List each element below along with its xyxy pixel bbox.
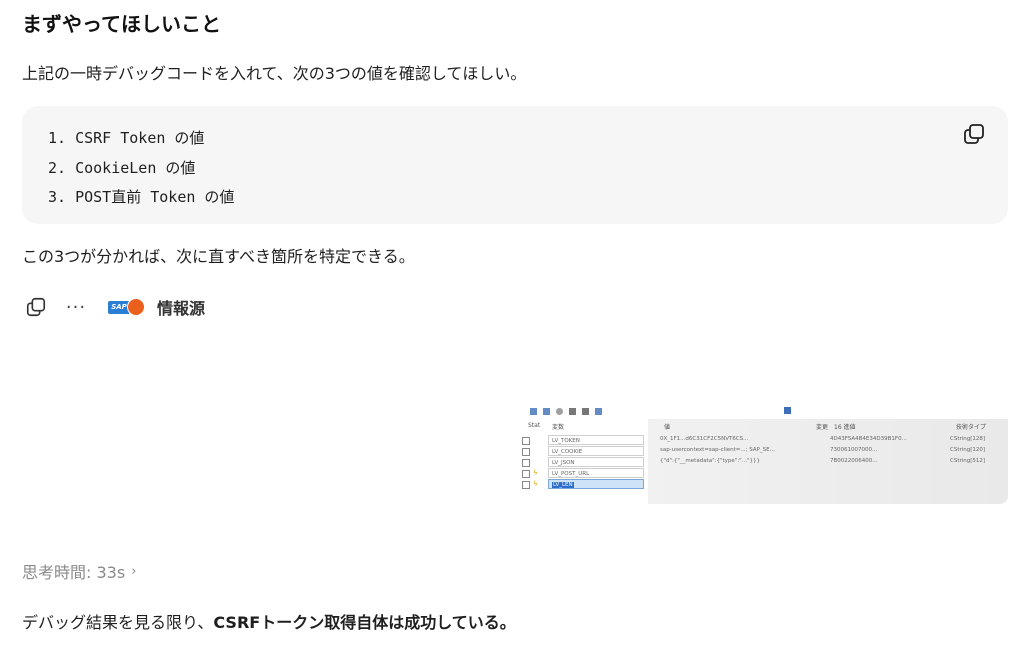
copy-icon <box>964 124 984 144</box>
share-icon <box>582 407 589 415</box>
thumb-var-hex: 730061007000... <box>830 447 878 453</box>
thumb-col-stat: Stat <box>528 422 541 429</box>
copy-code-button[interactable] <box>962 122 986 146</box>
more-icon: ··· <box>65 296 87 318</box>
copy-icon <box>26 297 46 317</box>
result-prefix: デバッグ結果を見る限り、 <box>22 613 214 632</box>
grid-icon <box>530 407 537 415</box>
thumb-var-type: CString[120] <box>950 447 986 453</box>
thumb-col-value: 値 <box>664 424 671 431</box>
code-line: 2. CookieLen の値 <box>48 158 196 177</box>
thumb-col-variable: 変数 <box>552 424 565 431</box>
chat-response: まずやってほしいこと 上記の一時デバッグコードを入れて、次の3つの値を確認してほ… <box>0 0 1024 647</box>
thumb-col-type: 技術タイプ <box>956 424 987 431</box>
thumb-var-name: LV_POST_URL <box>548 468 644 478</box>
section-heading: まずやってほしいこと <box>22 12 221 36</box>
thumb-var-name: LV_TOKEN <box>548 435 644 445</box>
thumb-row: ϟ LV_LEN <box>518 479 1008 490</box>
thumb-var-type: CString[128] <box>950 436 986 442</box>
sources-label: 情報源 <box>157 299 206 318</box>
sources-button[interactable]: SAP 情報源 <box>108 295 205 319</box>
row-checkbox <box>522 448 530 456</box>
thinking-time-label: 思考時間: 33s <box>22 563 126 582</box>
summary-text: この3つが分かれば、次に直すべき箇所を特定できる。 <box>22 247 415 266</box>
thumb-header: Stat 変数 値 変更 16 進値 技術タイプ <box>518 420 1008 432</box>
thumb-row: ϟ LV_POST_URL <box>518 468 1008 479</box>
row-checkbox <box>522 470 530 478</box>
result-bold: CSRFトークン取得自体は成功している。 <box>213 613 516 632</box>
thumb-var-value: {"d":{"__metadata":{"type":"..."}}} <box>660 458 760 464</box>
thumb-row: LV_COOKIE sap-usercontext=sap-client=...… <box>518 446 1008 457</box>
row-checkbox <box>522 437 530 445</box>
copy-message-button[interactable] <box>22 293 50 321</box>
more-options-button[interactable]: ··· <box>62 293 90 321</box>
code-line: 1. CSRF Token の値 <box>48 129 205 147</box>
thumb-col-hex: 16 進値 <box>834 424 856 431</box>
thumb-selected-text: LV_LEN <box>552 482 574 488</box>
thumb-var-name: LV_COOKIE <box>548 446 644 456</box>
code-block: 1. CSRF Token の値 2. CookieLen の値 3. POST… <box>22 106 1008 224</box>
thumb-var-hex: 4D43F5A4B4E34D39B1F0... <box>830 436 907 442</box>
thumb-var-value: 0X_1F1...d6C31CF2C5NVT6CS... <box>660 436 749 442</box>
chevron-right-icon: › <box>131 563 137 579</box>
bolt-icon: ϟ <box>533 480 538 488</box>
thumb-var-hex: 7B0022006400... <box>830 458 878 464</box>
code-line: 3. POST直前 Token の値 <box>48 188 235 206</box>
thumb-col-change: 変更 <box>816 424 829 431</box>
table-icon <box>543 407 550 415</box>
message-actions: ··· SAP 情報源 <box>22 292 205 322</box>
thumb-var-name: LV_JSON <box>548 457 644 467</box>
thumb-var-type: CString[512] <box>950 458 986 464</box>
intro-text: 上記の一時デバッグコードを入れて、次の3つの値を確認してほしい。 <box>22 64 527 83</box>
row-checkbox <box>522 459 530 467</box>
clock-icon <box>556 407 563 415</box>
save-icon <box>784 407 791 414</box>
layout-icon <box>595 407 602 415</box>
debugger-screenshot-image[interactable]: Stat 変数 値 変更 16 進値 技術タイプ LV_TOKEN 0X_1F1… <box>518 404 1008 504</box>
thumb-var-name-selected: LV_LEN <box>548 479 644 489</box>
bolt-icon: ϟ <box>533 469 538 477</box>
code-lines: 1. CSRF Token の値 2. CookieLen の値 3. POST… <box>48 124 234 213</box>
web-source-icon <box>127 298 145 316</box>
row-checkbox <box>522 481 530 489</box>
thumb-row: LV_JSON {"d":{"__metadata":{"type":"..."… <box>518 457 1008 468</box>
thumb-row: LV_TOKEN 0X_1F1...d6C31CF2C5NVT6CS... 4D… <box>518 435 1008 446</box>
thumb-var-value: sap-usercontext=sap-client=...; SAP_SE..… <box>660 447 775 453</box>
thumb-toolbar <box>518 404 1008 418</box>
tree-icon <box>569 407 576 415</box>
thinking-time-toggle[interactable]: 思考時間: 33s › <box>22 559 136 583</box>
result-text: デバッグ結果を見る限り、CSRFトークン取得自体は成功している。 <box>22 609 516 633</box>
